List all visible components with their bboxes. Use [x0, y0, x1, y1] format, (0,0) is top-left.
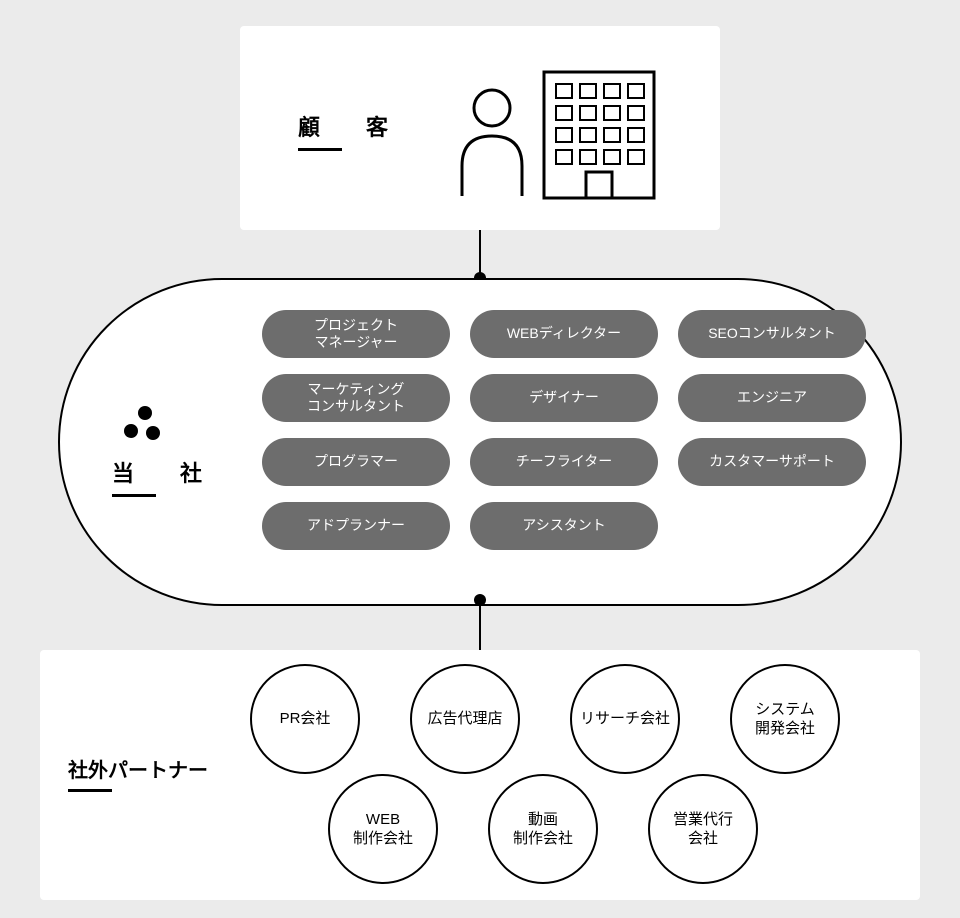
company-dots-icon	[122, 406, 162, 446]
role-pill: アシスタント	[470, 502, 658, 550]
role-pill: カスタマーサポート	[678, 438, 866, 486]
partner-circle: システム 開発会社	[730, 664, 840, 774]
customer-title: 顧 客	[298, 110, 400, 151]
role-pill: SEOコンサルタント	[678, 310, 866, 358]
partner-circle: WEB 制作会社	[328, 774, 438, 884]
partner-circle: 営業代行 会社	[648, 774, 758, 884]
role-pill: マーケティング コンサルタント	[262, 374, 450, 422]
role-pill: アドプランナー	[262, 502, 450, 550]
role-pill: プログラマー	[262, 438, 450, 486]
partner-circle: 広告代理店	[410, 664, 520, 774]
role-pill: エンジニア	[678, 374, 866, 422]
customer-icons	[444, 66, 664, 211]
company-section: 当 社 プロジェクト マネージャー WEBディレクター SEOコンサルタント マ…	[58, 278, 902, 606]
company-title: 当 社	[112, 456, 214, 497]
partners-title: 社外パートナー	[68, 754, 208, 792]
partner-circle: リサーチ会社	[570, 664, 680, 774]
partners-section: 社外パートナー PR会社 広告代理店 リサーチ会社 システム 開発会社 WEB …	[40, 650, 920, 900]
connector-company-partners	[479, 598, 481, 652]
partner-circle: 動画 制作会社	[488, 774, 598, 884]
building-icon	[544, 72, 654, 198]
role-pill: チーフライター	[470, 438, 658, 486]
company-roles: プロジェクト マネージャー WEBディレクター SEOコンサルタント マーケティ…	[262, 310, 882, 550]
role-pill: WEBディレクター	[470, 310, 658, 358]
company-title-wrap: 当 社	[112, 406, 214, 497]
role-pill: デザイナー	[470, 374, 658, 422]
customer-section: 顧 客	[240, 26, 720, 230]
role-pill: プロジェクト マネージャー	[262, 310, 450, 358]
person-icon	[462, 90, 522, 196]
partner-circle: PR会社	[250, 664, 360, 774]
